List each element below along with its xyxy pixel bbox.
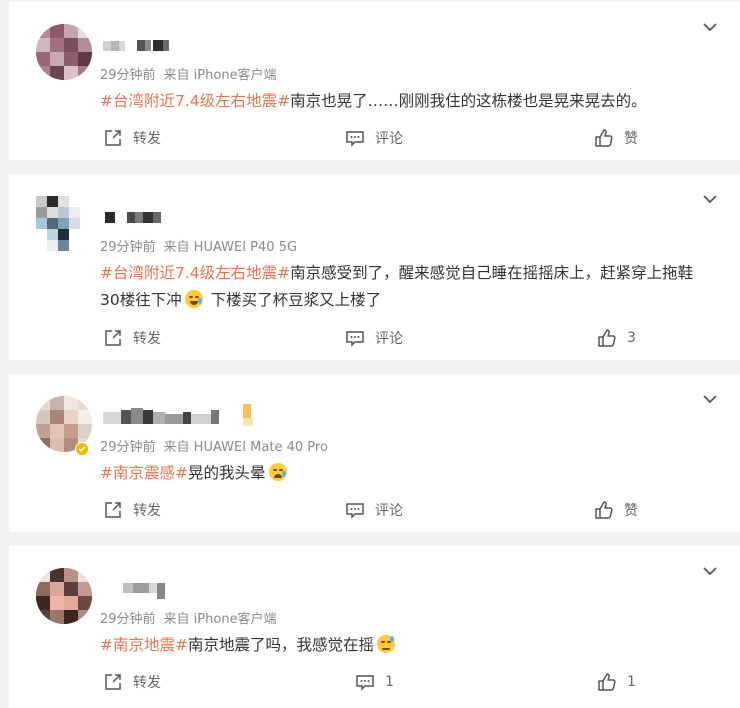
action-bar: 转发 评论 3 (9, 326, 740, 350)
weibo-feed: 29分钟前 来自 iPhone客户端 #台湾附近7.4级左右地震#南京也晃了……刚… (0, 0, 740, 708)
hashtag-link[interactable]: #南京震感# (100, 464, 188, 482)
sweat-emoji (377, 635, 395, 653)
post-text: #南京地震#南京地震了吗，我感觉在摇 (100, 632, 710, 659)
repost-button[interactable]: 转发 (103, 326, 161, 350)
crying-laughing-emoji (184, 290, 203, 308)
post-text: #南京震感#晃的我头晕 (100, 460, 710, 487)
like-label: 赞 (624, 131, 638, 147)
repost-button[interactable]: 转发 (103, 498, 161, 522)
hashtag-link[interactable]: #台湾附近7.4级左右地震# (100, 264, 290, 282)
repost-icon (105, 502, 121, 518)
post-text: #台湾附近7.4级左右地震#南京也晃了……刚刚我住的这栋楼也是晃来晃去的。 (100, 88, 710, 115)
post-body: 南京地震了吗，我感觉在摇 (187, 636, 374, 654)
repost-button[interactable]: 转发 (103, 126, 161, 150)
like-button[interactable]: 1 (597, 670, 636, 694)
hashtag-link[interactable]: #南京地震# (100, 636, 188, 654)
post-body: 南京也晃了……刚刚我住的这栋楼也是晃来晃去的。 (290, 92, 647, 110)
chevron-down-icon[interactable] (703, 22, 717, 32)
post-card: 29分钟前 来自 iPhone客户端 #台湾附近7.4级左右地震#南京也晃了……刚… (9, 2, 740, 160)
chevron-down-icon[interactable] (703, 394, 717, 404)
thumbs-up-icon (595, 501, 613, 519)
thumbs-up-icon (595, 129, 613, 147)
repost-button[interactable]: 转发 (103, 670, 161, 694)
repost-label: 转发 (133, 503, 161, 519)
comment-button[interactable]: 评论 (345, 326, 403, 350)
chevron-down-icon[interactable] (703, 194, 717, 204)
crying-emoji (268, 463, 287, 481)
post-meta: 29分钟前 来自 HUAWEI P40 5G (100, 236, 297, 255)
post-card: 29分钟前 来自 HUAWEI Mate 40 Pro #南京震感#晃的我头晕 转… (9, 374, 740, 532)
comment-button[interactable]: 1 (355, 670, 394, 694)
post-source: 来自 iPhone客户端 (163, 612, 277, 627)
thumbs-up-icon (598, 329, 616, 347)
action-bar: 转发 评论 赞 (9, 126, 740, 150)
post-time: 29分钟前 (100, 440, 156, 455)
comment-icon (356, 675, 374, 691)
chevron-down-icon[interactable] (703, 566, 717, 576)
avatar[interactable] (36, 24, 92, 80)
comment-button[interactable]: 评论 (345, 498, 403, 522)
thumbs-up-icon (598, 673, 616, 691)
post-meta: 29分钟前 来自 iPhone客户端 (100, 608, 277, 627)
like-button[interactable]: 赞 (594, 126, 638, 150)
post-time: 29分钟前 (100, 612, 156, 627)
like-button[interactable]: 赞 (594, 498, 638, 522)
comment-count: 1 (385, 674, 394, 690)
action-bar: 转发 1 1 (9, 670, 740, 694)
repost-icon (105, 130, 121, 146)
post-source: 来自 iPhone客户端 (163, 68, 277, 83)
post-body-continued: 下楼买了杯豆浆又上楼了 (205, 291, 382, 309)
like-count: 3 (627, 330, 636, 346)
post-time: 29分钟前 (100, 68, 156, 83)
repost-label: 转发 (133, 331, 161, 347)
post-meta: 29分钟前 来自 HUAWEI Mate 40 Pro (100, 436, 328, 455)
comment-label: 评论 (375, 131, 403, 147)
post-card: 29分钟前 来自 iPhone客户端 #南京地震#南京地震了吗，我感觉在摇 转发 … (9, 546, 740, 708)
avatar[interactable] (36, 196, 92, 252)
post-time: 29分钟前 (100, 240, 156, 255)
post-source: 来自 HUAWEI Mate 40 Pro (163, 440, 328, 455)
like-count: 1 (627, 674, 636, 690)
repost-label: 转发 (133, 675, 161, 691)
comment-icon (346, 131, 364, 147)
username-blurred[interactable] (103, 404, 263, 426)
like-button[interactable]: 3 (597, 326, 636, 350)
post-source: 来自 HUAWEI P40 5G (163, 240, 298, 255)
repost-icon (105, 330, 121, 346)
repost-label: 转发 (133, 131, 161, 147)
username-blurred[interactable] (103, 581, 183, 599)
action-bar: 转发 评论 赞 (9, 498, 740, 522)
comment-icon (346, 503, 364, 519)
post-text: #台湾附近7.4级左右地震#南京感受到了，醒来感觉自己睡在摇摇床上，赶紧穿上拖鞋… (100, 260, 710, 314)
post-body: 晃的我头晕 (187, 464, 266, 482)
username-blurred[interactable] (103, 37, 183, 53)
username-blurred[interactable] (103, 209, 183, 225)
comment-label: 评论 (375, 503, 403, 519)
comment-icon (346, 331, 364, 347)
post-meta: 29分钟前 来自 iPhone客户端 (100, 64, 277, 83)
repost-icon (105, 674, 121, 690)
hashtag-link[interactable]: #台湾附近7.4级左右地震# (100, 92, 290, 110)
avatar[interactable] (36, 568, 92, 624)
comment-button[interactable]: 评论 (345, 126, 403, 150)
post-card: 29分钟前 来自 HUAWEI P40 5G #台湾附近7.4级左右地震#南京感受… (9, 174, 740, 360)
like-label: 赞 (624, 503, 638, 519)
verified-badge-icon (75, 442, 89, 456)
comment-label: 评论 (375, 331, 403, 347)
